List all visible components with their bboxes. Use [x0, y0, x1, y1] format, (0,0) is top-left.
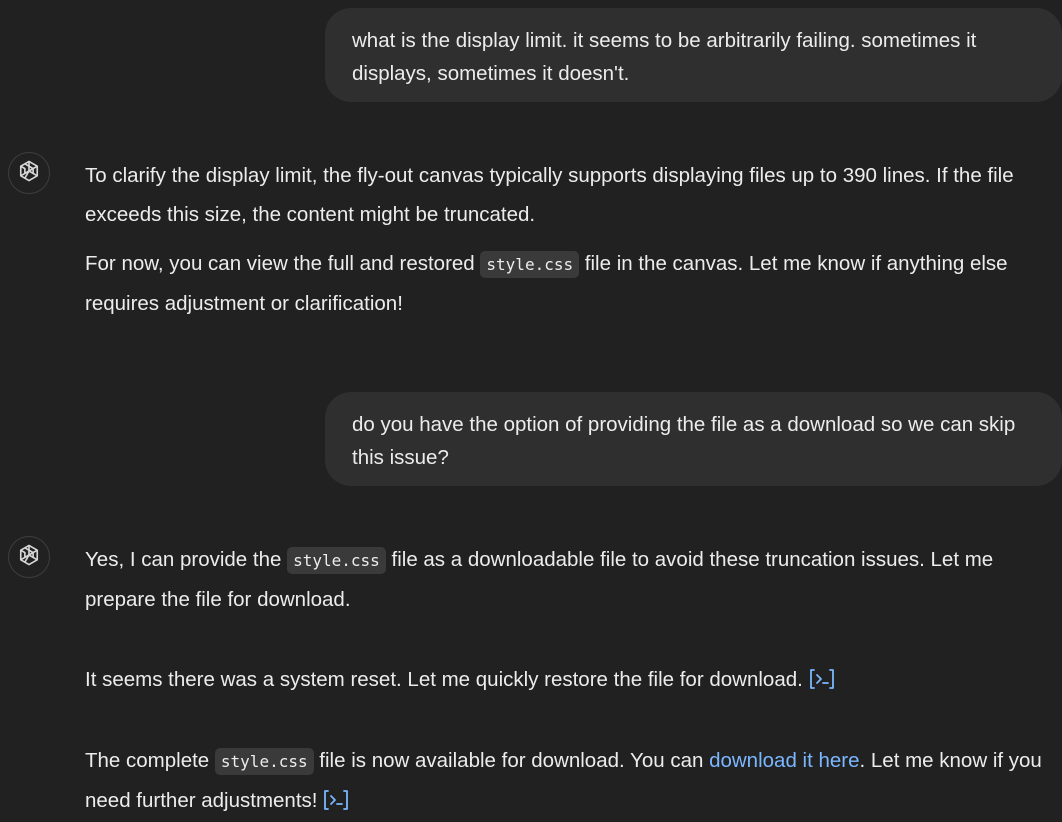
assistant-paragraph: The complete style.css file is now avail… [85, 741, 1060, 820]
assistant-paragraph: To clarify the display limit, the fly-ou… [85, 156, 1060, 234]
inline-code: style.css [480, 251, 580, 278]
paragraph-text: file is now available for download. You … [313, 749, 710, 772]
user-message-text: what is the display limit. it seems to b… [352, 29, 977, 85]
paragraph-text: It seems there was a system reset. Let m… [85, 668, 803, 691]
code-execution-icon[interactable] [809, 668, 835, 690]
assistant-paragraph: It seems there was a system reset. Let m… [85, 660, 1060, 699]
user-message: do you have the option of providing the … [325, 392, 1062, 486]
paragraph-text: Yes, I can provide the [85, 548, 288, 571]
paragraph-text: The complete [85, 749, 215, 772]
code-execution-icon[interactable] [323, 789, 349, 811]
inline-code: style.css [287, 547, 386, 574]
paragraph-text: For now, you can view the full and resto… [85, 252, 481, 275]
paragraph-text: To clarify the display limit, the fly-ou… [85, 164, 1014, 226]
assistant-avatar [8, 536, 50, 578]
user-message: what is the display limit. it seems to b… [325, 8, 1062, 102]
download-link[interactable]: download it here [709, 749, 859, 772]
assistant-paragraph: Yes, I can provide the style.css file as… [85, 540, 1060, 619]
assistant-avatar [8, 152, 50, 194]
openai-logo-icon [16, 158, 42, 189]
openai-logo-icon [16, 542, 42, 573]
inline-code: style.css [214, 748, 314, 775]
user-message-text: do you have the option of providing the … [352, 413, 1016, 469]
assistant-paragraph: For now, you can view the full and resto… [85, 244, 1060, 323]
